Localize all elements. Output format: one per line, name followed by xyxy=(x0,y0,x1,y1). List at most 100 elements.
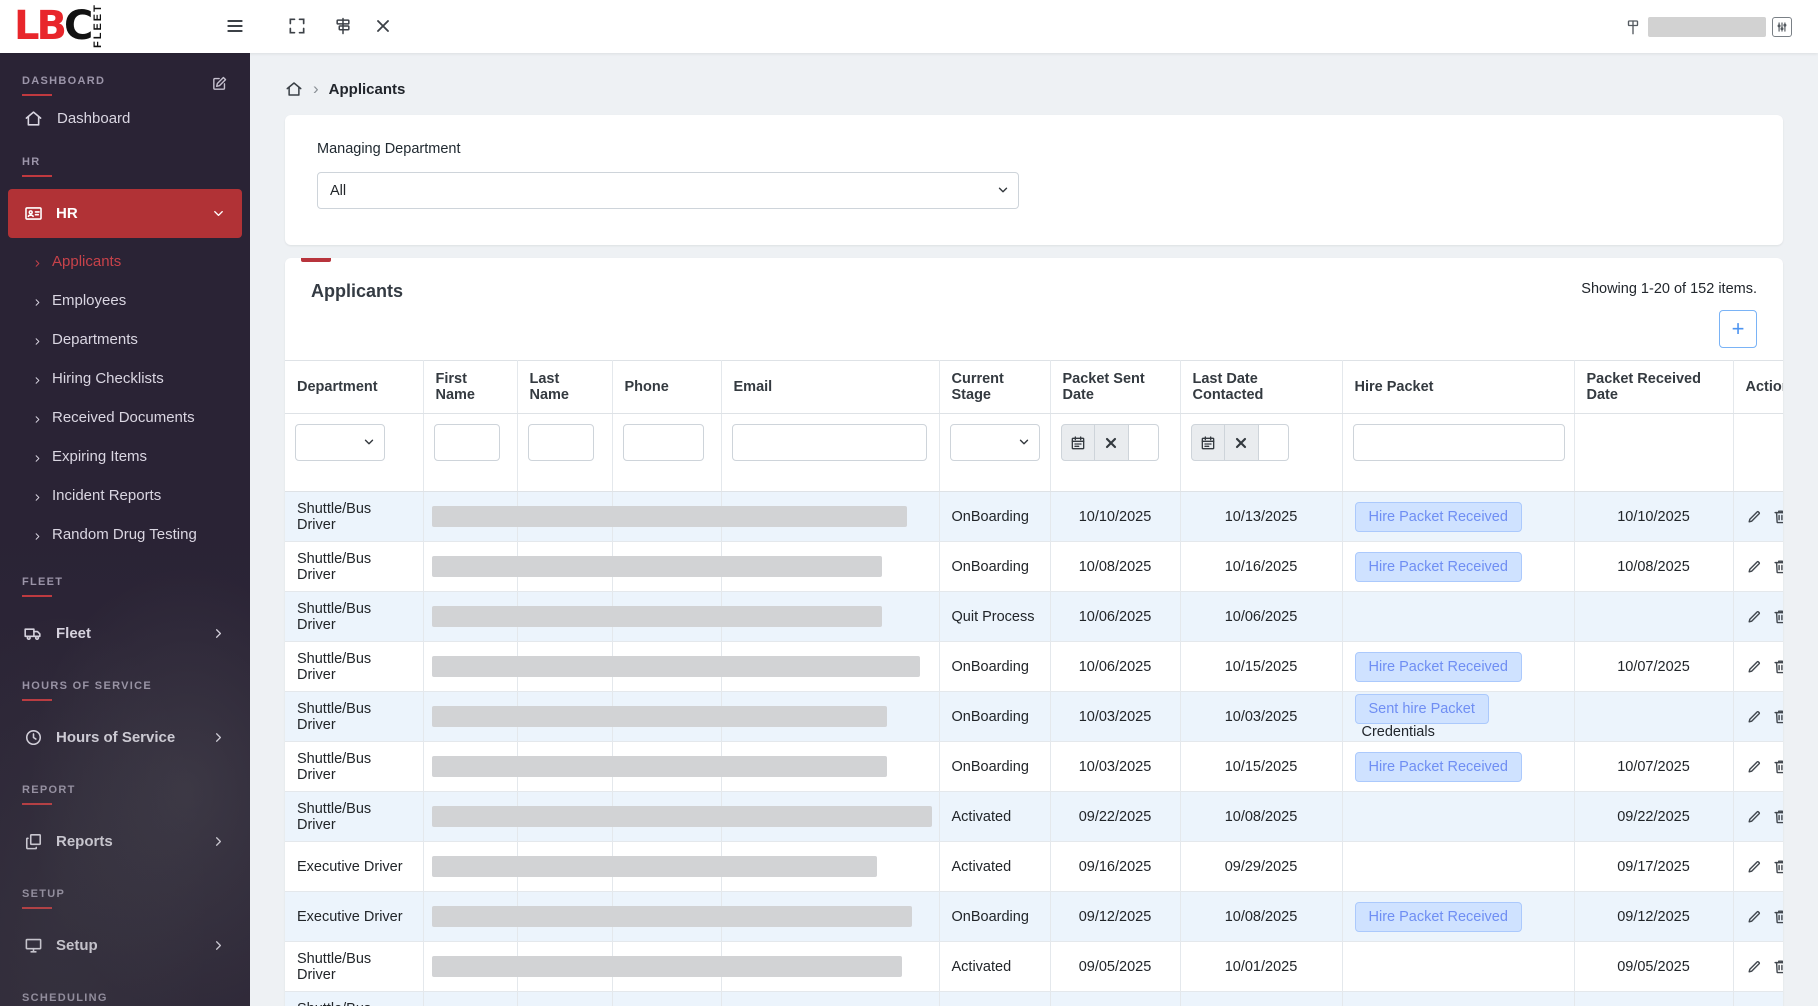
filter-contacted-date-input[interactable] xyxy=(1258,424,1289,461)
menu-toggle-icon[interactable] xyxy=(222,13,248,39)
delete-row-button[interactable] xyxy=(1772,808,1783,825)
cell-packet-sent-date: 09/16/2025 xyxy=(1049,841,1180,892)
sidebar-item-setup[interactable]: Setup xyxy=(8,921,242,970)
filter-email-input[interactable] xyxy=(731,424,927,461)
edit-row-button[interactable] xyxy=(1746,608,1763,625)
filter-department-select[interactable] xyxy=(295,424,385,461)
sidebar: DASHBOARD Dashboard HR HR Applicants Employee… xyxy=(0,53,250,1006)
column-header-first-name[interactable]: First Name xyxy=(422,360,517,414)
edit-row-button[interactable] xyxy=(1746,908,1763,925)
sidebar-item-label: Reports xyxy=(56,833,113,850)
panel-title: Applicants xyxy=(311,281,404,301)
preferences-icon[interactable] xyxy=(1772,16,1792,37)
redaction-bar xyxy=(431,856,877,877)
delete-row-button[interactable] xyxy=(1772,508,1783,525)
edit-row-button[interactable] xyxy=(1746,558,1763,575)
clock-icon xyxy=(24,728,43,747)
sidebar-item-applicants[interactable]: Applicants xyxy=(0,242,250,281)
table-row: Shuttle/Bus Driver Activated09/03/202510/… xyxy=(285,991,1783,1006)
column-header-last-name[interactable]: Last Name xyxy=(516,360,612,414)
delete-row-button[interactable] xyxy=(1772,708,1783,725)
clear-date-icon[interactable] xyxy=(1224,424,1259,461)
hire-packet-received-button[interactable]: Hire Packet Received xyxy=(1354,501,1522,532)
delete-row-button[interactable] xyxy=(1772,908,1783,925)
filter-cell-stage xyxy=(938,413,1050,492)
calendar-icon[interactable] xyxy=(1190,424,1225,461)
delete-row-button[interactable] xyxy=(1772,758,1783,775)
breadcrumb-separator: › xyxy=(313,79,319,98)
sidebar-item-hr[interactable]: HR xyxy=(8,189,242,238)
sidebar-item-employees[interactable]: Employees xyxy=(0,281,250,320)
sidebar-item-dashboard[interactable]: Dashboard xyxy=(0,96,250,134)
delete-row-button[interactable] xyxy=(1772,558,1783,575)
redaction-bar xyxy=(431,806,932,827)
edit-row-button[interactable] xyxy=(1746,708,1763,725)
managing-department-label: Managing Department xyxy=(317,141,461,157)
sidebar-item-fleet[interactable]: Fleet xyxy=(8,609,242,658)
cell-packet-received-date: 09/05/2025 xyxy=(1573,991,1733,1006)
column-header-actions[interactable]: Actions xyxy=(1732,360,1783,414)
column-header-packet-sent-date[interactable]: Packet Sent Date xyxy=(1049,360,1180,414)
sidebar-item-random-drug-testing[interactable]: Random Drug Testing xyxy=(0,515,250,554)
app-logo: LBC FLEET xyxy=(14,2,104,50)
fullscreen-icon[interactable] xyxy=(284,13,310,39)
column-header-phone[interactable]: Phone xyxy=(611,360,721,414)
cell-current-stage: Activated xyxy=(938,991,1050,1006)
edit-dashboard-icon[interactable] xyxy=(211,75,228,92)
sidebar-item-departments[interactable]: Departments xyxy=(0,320,250,359)
close-icon[interactable] xyxy=(370,13,396,39)
filter-stage-select[interactable] xyxy=(949,424,1040,461)
filter-packet-input[interactable] xyxy=(1352,424,1565,461)
hire-packet-received-button[interactable]: Hire Packet Received xyxy=(1354,751,1522,782)
delete-row-button[interactable] xyxy=(1772,658,1783,675)
sidebar-item-label: Employees xyxy=(52,292,127,309)
table-row: Shuttle/Bus Driver OnBoarding 10/06/2025 10… xyxy=(285,641,1783,692)
cell-current-stage: OnBoarding xyxy=(938,641,1050,692)
sent-hire-packet-button[interactable]: Sent hire Packet xyxy=(1354,693,1489,724)
home-icon[interactable] xyxy=(285,80,303,98)
edit-row-button[interactable] xyxy=(1746,658,1763,675)
delete-row-button[interactable] xyxy=(1772,608,1783,625)
filter-phone-input[interactable] xyxy=(622,424,704,461)
filter-cell-sent xyxy=(1049,413,1180,492)
cell-packet-sent-date: 09/05/2025 xyxy=(1049,941,1180,992)
sidebar-item-incident-reports[interactable]: Incident Reports xyxy=(0,476,250,515)
hire-packet-received-button[interactable]: Hire Packet Received xyxy=(1354,901,1522,932)
sidebar-item-reports[interactable]: Reports xyxy=(8,817,242,866)
column-header-current-stage[interactable]: Current Stage xyxy=(938,360,1050,414)
hire-packet-received-button[interactable]: Hire Packet Received xyxy=(1354,651,1522,682)
edit-row-button[interactable] xyxy=(1746,808,1763,825)
hire-packet-received-button[interactable]: Hire Packet Received xyxy=(1354,551,1522,582)
cell-packet-sent-date: 10/10/2025 xyxy=(1049,491,1180,542)
calendar-icon[interactable] xyxy=(1060,424,1095,461)
column-header-department[interactable]: Department xyxy=(285,360,423,414)
filter-sent-date-input[interactable] xyxy=(1128,424,1159,461)
column-header-hire-packet[interactable]: Hire Packet xyxy=(1341,360,1574,414)
column-header-packet-received-date[interactable]: Packet Received Date xyxy=(1573,360,1733,414)
column-header-last-date-contacted[interactable]: Last Date Contacted xyxy=(1179,360,1342,414)
edit-row-button[interactable] xyxy=(1746,508,1763,525)
user-name-redacted[interactable] xyxy=(1648,16,1766,37)
delete-row-button[interactable] xyxy=(1772,958,1783,975)
table-header-row: Department First Name Last Name Phone Email C… xyxy=(285,360,1783,414)
cell-actions xyxy=(1732,641,1783,692)
sidebar-item-received-documents[interactable]: Received Documents xyxy=(0,398,250,437)
cell-actions xyxy=(1732,891,1783,942)
sidebar-item-expiring-items[interactable]: Expiring Items xyxy=(0,437,250,476)
edit-row-button[interactable] xyxy=(1746,758,1763,775)
cell-last-date-contacted: 10/08/2025 xyxy=(1179,791,1342,842)
delete-row-button[interactable] xyxy=(1772,858,1783,875)
managing-department-select[interactable]: All xyxy=(317,172,1019,209)
filter-last-input[interactable] xyxy=(527,424,594,461)
sidebar-item-hiring-checklists[interactable]: Hiring Checklists xyxy=(0,359,250,398)
clear-date-icon[interactable] xyxy=(1094,424,1129,461)
edit-row-button[interactable] xyxy=(1746,958,1763,975)
edit-row-button[interactable] xyxy=(1746,858,1763,875)
cell-hire-packet xyxy=(1341,991,1574,1006)
sidebar-item-hours-of-service[interactable]: Hours of Service xyxy=(8,713,242,762)
redaction-bar xyxy=(431,956,902,977)
filter-first-input[interactable] xyxy=(433,424,500,461)
column-header-email[interactable]: Email xyxy=(720,360,939,414)
add-applicant-button[interactable]: + xyxy=(1719,310,1757,348)
signpost-icon[interactable] xyxy=(330,13,356,39)
